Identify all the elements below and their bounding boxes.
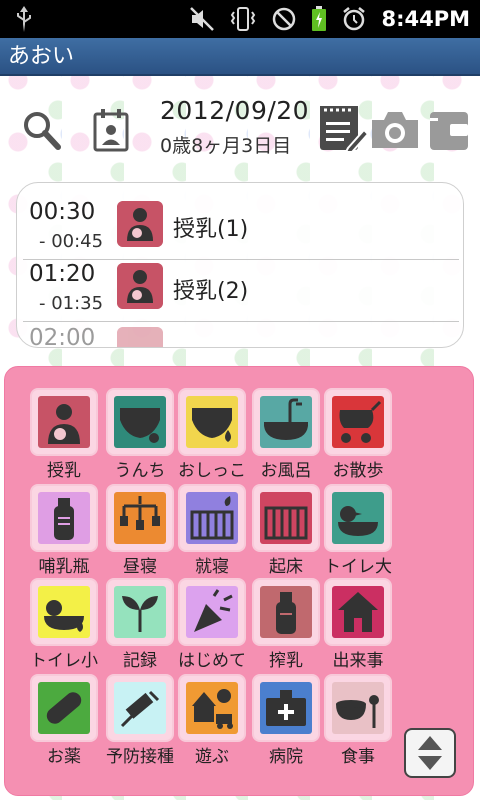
party-popper-icon bbox=[194, 589, 233, 632]
log-event-label: 授乳(1) bbox=[173, 217, 249, 242]
action-tile bbox=[178, 388, 246, 456]
action-tile bbox=[324, 578, 392, 646]
action-button[interactable]: 食事 bbox=[324, 674, 392, 767]
log-start-time: 01:20 bbox=[29, 261, 96, 287]
action-tile bbox=[252, 388, 320, 456]
action-tile bbox=[106, 578, 174, 646]
action-tile bbox=[252, 578, 320, 646]
action-tile bbox=[30, 578, 98, 646]
diaper-poop-icon bbox=[120, 408, 160, 443]
action-tile bbox=[30, 388, 98, 456]
toolbar: 2012/09/20 0歳8ヶ月3日目 bbox=[0, 86, 480, 166]
action-button[interactable]: はじめて bbox=[178, 578, 246, 671]
no-sim-icon bbox=[273, 7, 296, 31]
crib-night-icon bbox=[190, 496, 234, 540]
action-tile bbox=[106, 484, 174, 552]
action-tile bbox=[252, 484, 320, 552]
wallet-icon[interactable] bbox=[428, 108, 470, 152]
battery-icon bbox=[312, 6, 327, 31]
log-start-time: 02:00 bbox=[29, 325, 96, 348]
camera-icon[interactable] bbox=[370, 110, 420, 150]
log-row[interactable]: 01:20 - 01:35 授乳(2) bbox=[17, 245, 463, 322]
action-tile bbox=[178, 674, 246, 742]
toys-icon bbox=[192, 689, 233, 729]
action-button[interactable]: 遊ぶ bbox=[178, 674, 246, 767]
syringe-icon bbox=[120, 690, 160, 728]
action-label: トイレ大 bbox=[324, 557, 392, 577]
scroll-toggle-button[interactable] bbox=[404, 728, 456, 778]
mute-icon bbox=[190, 7, 215, 31]
nursing-icon bbox=[48, 404, 80, 444]
duck-potty-icon bbox=[338, 506, 378, 536]
action-button[interactable]: おしっこ bbox=[178, 388, 246, 481]
status-bar: 8:44PM bbox=[0, 0, 480, 38]
nursing-icon bbox=[117, 201, 163, 247]
capsule-icon bbox=[46, 692, 82, 724]
action-button[interactable]: 就寝 bbox=[178, 484, 246, 577]
action-button[interactable]: 授乳 bbox=[30, 388, 98, 481]
action-button[interactable]: 哺乳瓶 bbox=[30, 484, 98, 577]
duck-small-icon bbox=[44, 600, 84, 632]
action-button[interactable]: お散歩 bbox=[324, 388, 392, 481]
action-tile bbox=[324, 484, 392, 552]
diaper-pee-icon bbox=[192, 408, 232, 442]
action-tile bbox=[106, 388, 174, 456]
action-button[interactable]: 出来事 bbox=[324, 578, 392, 671]
house-icon bbox=[338, 592, 378, 632]
event-log-list[interactable]: 00:30 - 00:45 授乳(1) 01:20 - 01:35 授乳(2) … bbox=[16, 182, 464, 348]
alarm-icon bbox=[343, 7, 366, 31]
action-tile bbox=[30, 674, 98, 742]
bowl-spoon-icon bbox=[336, 695, 379, 728]
action-tile bbox=[252, 674, 320, 742]
milk-bottle-icon bbox=[276, 592, 296, 634]
action-tile bbox=[106, 674, 174, 742]
log-start-time: 00:30 bbox=[29, 199, 96, 225]
app-title-bar: あおい bbox=[0, 38, 480, 76]
mobile-toy-icon bbox=[120, 496, 160, 530]
nursing-icon bbox=[117, 263, 163, 309]
action-tile bbox=[324, 674, 392, 742]
baby-bottle-icon bbox=[54, 498, 74, 540]
crib-day-icon bbox=[264, 506, 308, 540]
sprout-icon bbox=[122, 596, 158, 632]
action-tile bbox=[178, 578, 246, 646]
action-label: お散歩 bbox=[332, 461, 384, 481]
action-tile bbox=[30, 484, 98, 552]
usb-icon bbox=[17, 6, 31, 32]
current-date: 2012/09/20 bbox=[160, 96, 310, 125]
up-down-arrows-icon bbox=[418, 736, 442, 770]
diary-icon[interactable] bbox=[318, 104, 368, 152]
bathtub-icon bbox=[264, 398, 308, 440]
action-button[interactable]: お薬 bbox=[30, 674, 98, 767]
log-row[interactable]: 00:30 - 00:45 授乳(1) bbox=[17, 183, 463, 260]
action-label: 食事 bbox=[341, 747, 375, 767]
log-row[interactable]: 02:00 bbox=[17, 309, 463, 348]
vibrate-icon bbox=[231, 7, 256, 31]
action-button[interactable]: トイレ大 bbox=[324, 484, 392, 577]
action-tile bbox=[178, 484, 246, 552]
action-label: 出来事 bbox=[332, 651, 384, 671]
log-event-label: 授乳(2) bbox=[173, 279, 249, 304]
date-display[interactable]: 2012/09/20 0歳8ヶ月3日目 bbox=[160, 96, 310, 158]
search-icon[interactable] bbox=[22, 108, 62, 152]
child-age: 0歳8ヶ月3日目 bbox=[160, 135, 292, 157]
action-tile bbox=[324, 388, 392, 456]
nursing-icon bbox=[117, 327, 163, 347]
action-button[interactable]: トイレ小 bbox=[30, 578, 98, 671]
stroller-icon bbox=[339, 400, 382, 443]
hospital-icon bbox=[266, 690, 306, 726]
status-clock: 8:44PM bbox=[381, 7, 470, 31]
calendar-profile-icon[interactable] bbox=[92, 108, 130, 152]
app-title: あおい bbox=[8, 44, 75, 69]
